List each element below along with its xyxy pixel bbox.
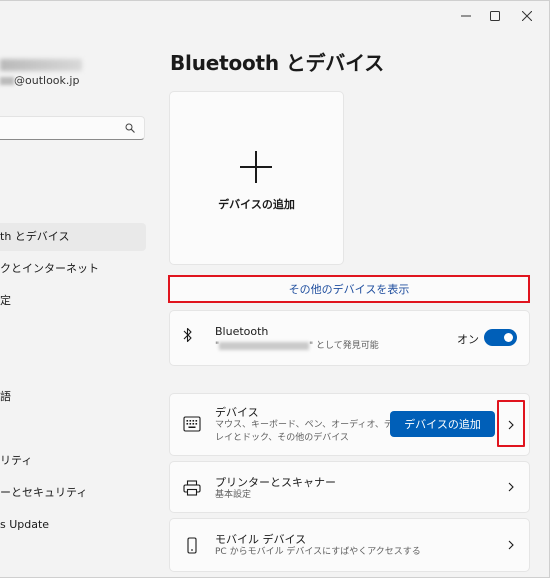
sidebar-item-label: リティ [0, 454, 33, 467]
printers-subtitle: 基本設定 [215, 490, 252, 500]
sidebar-item-label: s Update [0, 518, 50, 531]
bluetooth-icon [181, 325, 195, 345]
add-device-button[interactable]: デバイスの追加 [390, 411, 495, 437]
sidebar-item-settings[interactable]: 定 [0, 287, 11, 315]
bluetooth-subtitle: " " として発見可能 [215, 341, 379, 351]
add-device-card[interactable]: デバイスの追加 [169, 91, 344, 265]
chevron-right-icon[interactable] [506, 482, 516, 492]
bluetooth-title: Bluetooth [215, 325, 269, 338]
keyboard-icon [182, 414, 202, 434]
settings-window: @outlook.jp th とデバイス クとインターネット 定 語 リティ ー… [0, 0, 550, 578]
sidebar-item-label: クとインターネット [0, 262, 99, 275]
page-title: Bluetooth とデバイス [170, 51, 385, 75]
add-device-button-label: デバイスの追加 [404, 418, 481, 431]
devices-title: デバイス [215, 406, 259, 419]
chevron-right-icon[interactable] [506, 540, 516, 550]
bluetooth-toggle[interactable] [484, 329, 517, 346]
close-icon [522, 11, 532, 21]
show-more-label: その他のデバイスを表示 [288, 283, 410, 296]
sidebar-item-label: ーとセキュリティ [0, 486, 88, 499]
bluetooth-toggle-label: オン [457, 333, 479, 346]
sidebar-item-windows-update[interactable]: s Update [0, 511, 49, 539]
profile-email: @outlook.jp [0, 74, 79, 87]
sidebar-item-privacy-security[interactable]: ーとセキュリティ [0, 479, 87, 507]
devices-subtitle-line1: マウス、キーボード、ペン、オーディオ、ディスプ [215, 420, 420, 430]
mobile-title: モバイル デバイス [215, 533, 307, 546]
sidebar-item-label: 定 [0, 294, 11, 307]
minimize-icon [461, 15, 471, 17]
show-more-devices-link[interactable]: その他のデバイスを表示 [168, 275, 530, 303]
sidebar-item-network[interactable]: クとインターネット [0, 255, 99, 283]
add-device-label: デバイスの追加 [218, 198, 295, 211]
close-button[interactable] [504, 1, 550, 31]
sidebar-item-accessibility[interactable]: リティ [0, 447, 32, 475]
search-icon [125, 123, 135, 133]
maximize-icon [490, 11, 500, 21]
devices-subtitle-line2: レイとドック、その他のデバイス [215, 433, 349, 443]
email-blur [0, 77, 14, 85]
plus-icon [240, 151, 272, 183]
sidebar-item-bluetooth[interactable]: th とデバイス [0, 223, 146, 251]
search-input[interactable] [0, 116, 145, 140]
device-name-blurred [219, 341, 309, 350]
printers-title: プリンターとスキャナー [215, 476, 336, 489]
phone-icon [183, 535, 201, 555]
bluetooth-subtitle-suffix: " として発見可能 [309, 341, 379, 351]
chevron-right-icon[interactable] [506, 420, 516, 430]
sidebar-item-label: 語 [0, 390, 11, 403]
sidebar-item-language[interactable]: 語 [0, 383, 11, 411]
mobile-subtitle: PC からモバイル デバイスにすばやくアクセスする [215, 547, 421, 557]
sidebar-item-label: th とデバイス [0, 230, 70, 243]
profile-email-suffix: @outlook.jp [14, 74, 80, 87]
printer-icon [182, 478, 202, 498]
profile-name-blurred [0, 59, 82, 71]
